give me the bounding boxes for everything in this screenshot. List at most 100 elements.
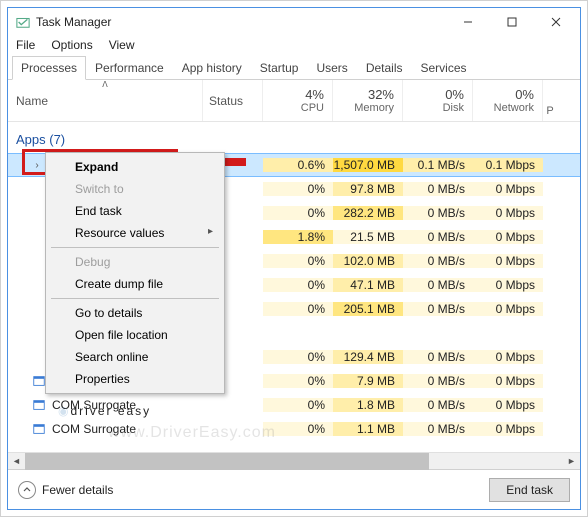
tab-processes[interactable]: Processes (12, 56, 86, 80)
disk-value: 0 MB/s (403, 230, 473, 244)
column-headers: ᐱ Name Status 4% CPU 32% Memory 0% Disk … (8, 80, 580, 122)
tab-services[interactable]: Services (412, 56, 476, 80)
header-extra[interactable]: P (543, 80, 557, 121)
close-button[interactable] (534, 8, 578, 36)
header-cpu[interactable]: 4% CPU (263, 80, 333, 121)
disk-value: 0 MB/s (403, 350, 473, 364)
cpu-value: 0% (263, 206, 333, 220)
network-value: 0 Mbps (473, 398, 543, 412)
process-list: Apps (7) › Google Chrome (37) 0.6% 1,507… (8, 122, 580, 452)
footer: Fewer details End task (8, 469, 580, 509)
memory-value: 205.1 MB (333, 302, 403, 316)
process-name: COM Surrogate (52, 422, 136, 436)
outer-frame: Task Manager File Options View Processes… (0, 0, 588, 517)
memory-value: 282.2 MB (333, 206, 403, 220)
process-row[interactable]: COM Surrogate 0% 1.8 MB 0 MB/s 0 Mbps (8, 393, 580, 417)
network-value: 0 Mbps (473, 302, 543, 316)
process-name: COM Surrogate (52, 398, 136, 412)
network-value: 0 Mbps (473, 182, 543, 196)
memory-value: 97.8 MB (333, 182, 403, 196)
menu-file[interactable]: File (16, 38, 35, 52)
memory-value: 129.4 MB (333, 350, 403, 364)
expand-caret-icon[interactable]: › (32, 160, 42, 171)
end-task-button[interactable]: End task (489, 478, 570, 502)
memory-value: 47.1 MB (333, 278, 403, 292)
disk-value: 0 MB/s (403, 398, 473, 412)
app-window-icon (32, 422, 46, 436)
menu-item-expand[interactable]: Expand (49, 156, 221, 178)
memory-value: 1.8 MB (333, 398, 403, 412)
sort-indicator-icon: ᐱ (102, 80, 107, 89)
scroll-right-button[interactable]: ► (563, 453, 580, 470)
cpu-value: 0% (263, 350, 333, 364)
header-network[interactable]: 0% Network (473, 80, 543, 121)
window-title: Task Manager (36, 15, 111, 29)
header-disk[interactable]: 0% Disk (403, 80, 473, 121)
tab-performance[interactable]: Performance (86, 56, 173, 80)
network-value: 0 Mbps (473, 206, 543, 220)
app-window-icon (32, 374, 46, 388)
disk-value: 0 MB/s (403, 278, 473, 292)
chevron-up-icon (18, 481, 36, 499)
disk-value: 0 MB/s (403, 302, 473, 316)
header-memory[interactable]: 32% Memory (333, 80, 403, 121)
cpu-value: 0% (263, 422, 333, 436)
memory-value: 21.5 MB (333, 230, 403, 244)
minimize-button[interactable] (446, 8, 490, 36)
tab-startup[interactable]: Startup (251, 56, 308, 80)
memory-value: 1.1 MB (333, 422, 403, 436)
menu-item-go-to-details[interactable]: Go to details (49, 302, 221, 324)
menu-separator (51, 247, 219, 248)
cpu-value: 0.6% (263, 158, 333, 172)
disk-value: 0 MB/s (403, 206, 473, 220)
network-value: 0 Mbps (473, 278, 543, 292)
tab-app-history[interactable]: App history (173, 56, 251, 80)
cpu-value: 0% (263, 182, 333, 196)
cpu-value: 0% (263, 278, 333, 292)
cpu-value: 0% (263, 374, 333, 388)
cpu-value: 0% (263, 398, 333, 412)
disk-value: 0 MB/s (403, 182, 473, 196)
scroll-left-button[interactable]: ◄ (8, 453, 25, 470)
network-value: 0 Mbps (473, 350, 543, 364)
cpu-value: 0% (263, 302, 333, 316)
menu-view[interactable]: View (109, 38, 135, 52)
menu-item-properties[interactable]: Properties (49, 368, 221, 390)
header-name[interactable]: ᐱ Name (8, 80, 203, 121)
app-window-icon (32, 398, 46, 412)
network-value: 0 Mbps (473, 254, 543, 268)
memory-value: 7.9 MB (333, 374, 403, 388)
menu-item-debug: Debug (49, 251, 221, 273)
app-icon (16, 15, 30, 29)
disk-value: 0 MB/s (403, 254, 473, 268)
menu-item-open-file-location[interactable]: Open file location (49, 324, 221, 346)
menu-item-create-dump-file[interactable]: Create dump file (49, 273, 221, 295)
scroll-thumb[interactable] (25, 453, 429, 470)
memory-value: 102.0 MB (333, 254, 403, 268)
process-row[interactable]: COM Surrogate 0% 1.1 MB 0 MB/s 0 Mbps (8, 417, 580, 441)
maximize-button[interactable] (490, 8, 534, 36)
tab-strip: Processes Performance App history Startu… (8, 56, 580, 80)
titlebar: Task Manager (8, 8, 580, 36)
cpu-value: 1.8% (263, 230, 333, 244)
menu-options[interactable]: Options (51, 38, 92, 52)
menu-item-switch-to: Switch to (49, 178, 221, 200)
cpu-value: 0% (263, 254, 333, 268)
disk-value: 0 MB/s (403, 374, 473, 388)
group-apps[interactable]: Apps (7) (8, 122, 580, 153)
menu-item-resource-values[interactable]: Resource values (49, 222, 221, 244)
menubar: File Options View (8, 36, 580, 56)
context-menu: ExpandSwitch toEnd taskResource values De… (45, 152, 225, 394)
menu-separator (51, 298, 219, 299)
tab-users[interactable]: Users (307, 56, 356, 80)
tab-details[interactable]: Details (357, 56, 412, 80)
fewer-details-button[interactable]: Fewer details (18, 481, 113, 499)
network-value: 0.1 Mbps (473, 158, 543, 172)
network-value: 0 Mbps (473, 230, 543, 244)
horizontal-scrollbar[interactable]: ◄ ► (8, 452, 580, 469)
menu-item-end-task[interactable]: End task (49, 200, 221, 222)
memory-value: 1,507.0 MB (333, 158, 403, 172)
header-status[interactable]: Status (203, 80, 263, 121)
disk-value: 0.1 MB/s (403, 158, 473, 172)
menu-item-search-online[interactable]: Search online (49, 346, 221, 368)
